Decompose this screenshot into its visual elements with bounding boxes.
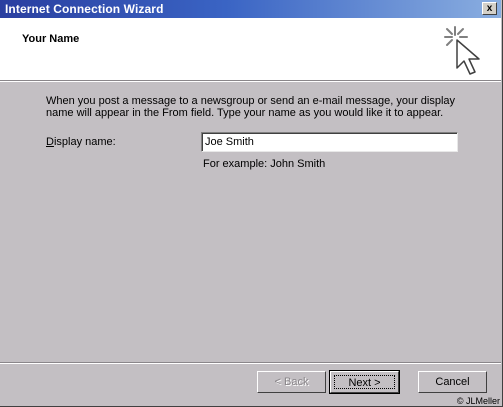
example-text: For example: John Smith (203, 158, 326, 170)
footer-divider (0, 362, 501, 364)
instruction-text: When you post a message to a newsgroup o… (46, 95, 456, 119)
title-bar[interactable]: Internet Connection Wizard x (0, 0, 501, 18)
wizard-cursor-icon (444, 26, 480, 75)
page-title: Your Name (22, 33, 80, 45)
wizard-window: Internet Connection Wizard x Your Name W… (0, 0, 503, 407)
close-button[interactable]: x (482, 2, 497, 15)
copyright-text: © JLMeller (456, 396, 500, 406)
next-button-label: Next > (334, 375, 395, 389)
display-name-label-text: isplay name: (53, 136, 116, 148)
header-divider (0, 80, 501, 82)
display-name-label: Display name: (46, 136, 116, 148)
display-name-label-accesskey: D (46, 136, 54, 148)
display-name-input[interactable] (201, 132, 458, 152)
back-button[interactable]: < Back (257, 371, 326, 393)
next-button[interactable]: Next > (329, 370, 400, 394)
cancel-button[interactable]: Cancel (418, 371, 487, 393)
wizard-header: Your Name (0, 18, 501, 80)
window-title: Internet Connection Wizard (5, 2, 164, 16)
close-icon: x (486, 3, 493, 14)
